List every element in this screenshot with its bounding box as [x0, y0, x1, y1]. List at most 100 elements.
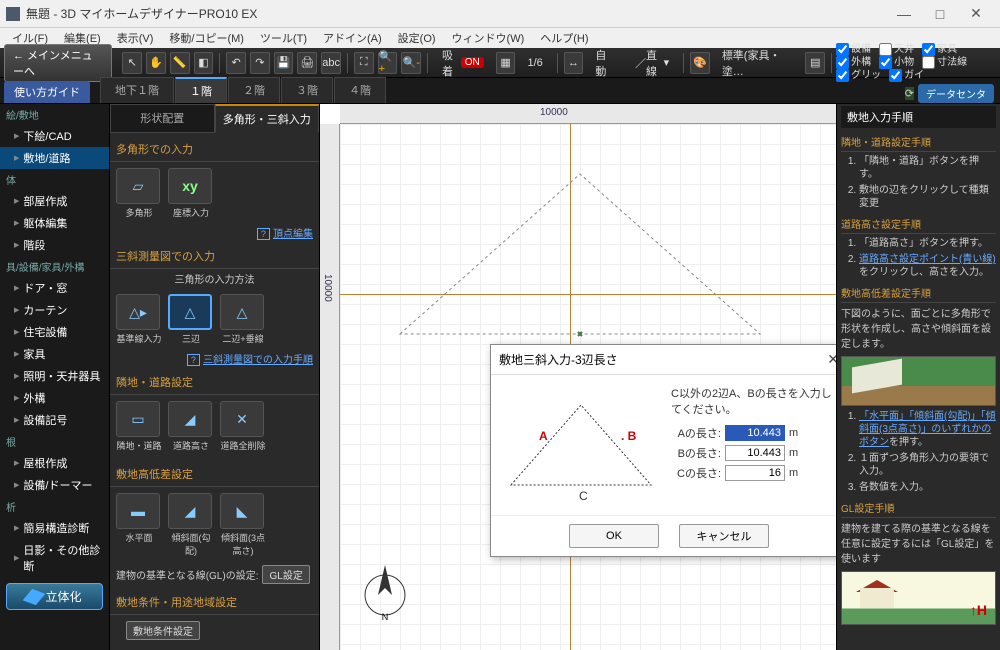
redo-icon[interactable]: ↷ [250, 52, 270, 74]
terrain-illustration [841, 356, 996, 406]
length-row: Aの長さ:m [671, 425, 836, 441]
pan-icon[interactable]: ✋ [146, 52, 166, 74]
visibility-check[interactable]: 家具 [922, 43, 957, 56]
print-icon[interactable]: 🖨 [297, 52, 317, 74]
gl-setting-button[interactable]: GL設定 [262, 565, 309, 584]
tool-tile[interactable]: △二辺+垂線 [220, 294, 266, 345]
tool-tile[interactable]: ▱多角形 [116, 168, 162, 219]
tool-tile[interactable]: ▭隣地・道路 [116, 401, 162, 452]
menu-item[interactable]: ヘルプ(H) [532, 30, 596, 46]
toolpanel-tab[interactable]: 形状配置 [110, 104, 215, 133]
length-input[interactable] [725, 445, 785, 461]
text-icon[interactable]: abc [321, 52, 341, 74]
nav-item[interactable]: 家具 [0, 343, 109, 365]
dialog-close-icon[interactable]: ✕ [827, 351, 836, 368]
undo-icon[interactable]: ↶ [226, 52, 246, 74]
usage-guide-button[interactable]: 使い方ガイド [4, 81, 90, 103]
tool-tile[interactable]: ▬水平面 [116, 493, 162, 544]
nav-item[interactable]: 部屋作成 [0, 190, 109, 212]
auto-label[interactable]: 自動 [589, 52, 621, 74]
toolpanel-tab[interactable]: 多角形・三斜入力 [215, 104, 320, 133]
visibility-check[interactable]: 外構 [836, 56, 871, 69]
save-icon[interactable]: 💾 [274, 52, 294, 74]
menu-item[interactable]: 表示(V) [109, 30, 162, 46]
main-menu-button[interactable]: ← メインメニューへ [4, 44, 112, 82]
nav-item[interactable]: 外構 [0, 387, 109, 409]
zoom-extent-icon[interactable]: ⛶ [354, 52, 374, 74]
hint-vertex-edit[interactable]: 頂点編集 [273, 229, 313, 240]
style-select[interactable]: 標準(家具・塗… [716, 52, 800, 74]
nav-item[interactable]: 照明・天井器具 [0, 365, 109, 387]
datacenter-button[interactable]: データセンタ [918, 84, 994, 103]
nav-item[interactable]: 設備記号 [0, 409, 109, 431]
cursor-icon[interactable]: ↖ [122, 52, 142, 74]
length-input[interactable] [725, 425, 785, 441]
visibility-check[interactable]: ガイ [889, 69, 924, 82]
tool-tile[interactable]: ✕道路全削除 [220, 401, 266, 452]
visibility-check[interactable]: グリッ [836, 69, 881, 82]
floor-tab[interactable]: １階 [175, 77, 227, 103]
section-triangle-input: 三斜測量図での入力 [110, 244, 319, 269]
tool-tile[interactable]: ◢道路高さ [168, 401, 214, 452]
zoom-in-icon[interactable]: 🔍+ [378, 52, 398, 74]
menu-item[interactable]: アドイン(A) [315, 30, 390, 46]
help-step: １面ずつ多角形入力の要領で入力。 [859, 452, 996, 478]
zoom-out-icon[interactable]: 🔍- [401, 52, 421, 74]
nav-item[interactable]: 簡易構造診断 [0, 517, 109, 539]
help-step: 敷地の辺をクリックして種類変更 [859, 184, 996, 210]
tool-tile[interactable]: △▸基準線入力 [116, 294, 162, 345]
visibility-check[interactable]: 設備 [836, 43, 871, 56]
svg-text:N: N [382, 612, 389, 620]
tool-a-icon[interactable]: ◧ [194, 52, 214, 74]
length-input[interactable] [725, 465, 785, 481]
drawing-canvas[interactable]: 10000 10000 N 敷地三斜入力-3辺長さ ✕ [320, 104, 836, 650]
cloud-icon[interactable]: ⟳ [905, 87, 914, 100]
measure-icon[interactable]: 📏 [170, 52, 190, 74]
nav-item[interactable]: 日影・その他診断 [0, 539, 109, 577]
floor-tab[interactable]: ２階 [228, 77, 280, 103]
dim-icon[interactable]: ↔ [564, 52, 584, 74]
close-button[interactable]: ✕ [958, 3, 994, 25]
menu-item[interactable]: ウィンドウ(W) [444, 30, 533, 46]
dialog-ok-button[interactable]: OK [569, 524, 659, 548]
maximize-button[interactable]: □ [922, 3, 958, 25]
tool-tile[interactable]: ◢傾斜面(勾配) [168, 493, 214, 557]
tool-tile[interactable]: xy座標入力 [168, 168, 214, 219]
dialog-triangle-preview: A . B C [501, 385, 661, 505]
visibility-check[interactable]: 天井 [879, 43, 914, 56]
nav-item[interactable]: 躯体編集 [0, 212, 109, 234]
dialog-cancel-button[interactable]: キャンセル [679, 524, 769, 548]
floor-tab[interactable]: ４階 [334, 77, 386, 103]
palette-icon[interactable]: 🎨 [690, 52, 710, 74]
floor-tab[interactable]: ３階 [281, 77, 333, 103]
tool-tile[interactable]: ◣傾斜面(3点高さ) [220, 493, 266, 557]
site-conditions-button[interactable]: 敷地条件設定 [126, 621, 200, 640]
compass-icon: N [360, 560, 410, 620]
visibility-check[interactable]: 小物 [879, 56, 914, 69]
snap-toggle[interactable]: 吸着 ON [436, 52, 490, 74]
ruler-horizontal: 10000 [340, 104, 836, 124]
triangle-input-dialog: 敷地三斜入力-3辺長さ ✕ A . B C C以外の2辺A、Bの長さを入力してく… [490, 344, 836, 557]
nav-item[interactable]: 下絵/CAD [0, 125, 109, 147]
floor-tab[interactable]: 地下１階 [100, 77, 174, 103]
hint-sansha[interactable]: 三斜測量図での入力手順 [203, 355, 313, 366]
tool-tile[interactable]: △三辺 [168, 294, 214, 345]
menu-item[interactable]: 移動/コピー(M) [161, 30, 252, 46]
grid-icon[interactable]: ▦ [496, 52, 516, 74]
layers-icon[interactable]: ▤ [805, 52, 825, 74]
grid-ratio[interactable]: 1/6 [521, 52, 548, 74]
nav-item[interactable]: カーテン [0, 299, 109, 321]
nav-item[interactable]: 住宅設備 [0, 321, 109, 343]
visibility-check[interactable]: 寸法線 [922, 56, 967, 69]
menu-item[interactable]: 設定(O) [390, 30, 444, 46]
minimize-button[interactable]: — [886, 3, 922, 25]
nav-item[interactable]: 階段 [0, 234, 109, 256]
nav-item[interactable]: 設備/ドーマー [0, 474, 109, 496]
nav-item[interactable]: 屋根作成 [0, 452, 109, 474]
menu-item[interactable]: ツール(T) [252, 30, 315, 46]
help-step: 「道路高さ」ボタンを押す。 [859, 237, 996, 250]
nav-item[interactable]: 敷地/道路 [0, 147, 109, 169]
solidify-button[interactable]: 立体化 [6, 583, 103, 610]
line-mode[interactable]: ／直線 ▾ [629, 52, 675, 74]
nav-item[interactable]: ドア・窓 [0, 277, 109, 299]
